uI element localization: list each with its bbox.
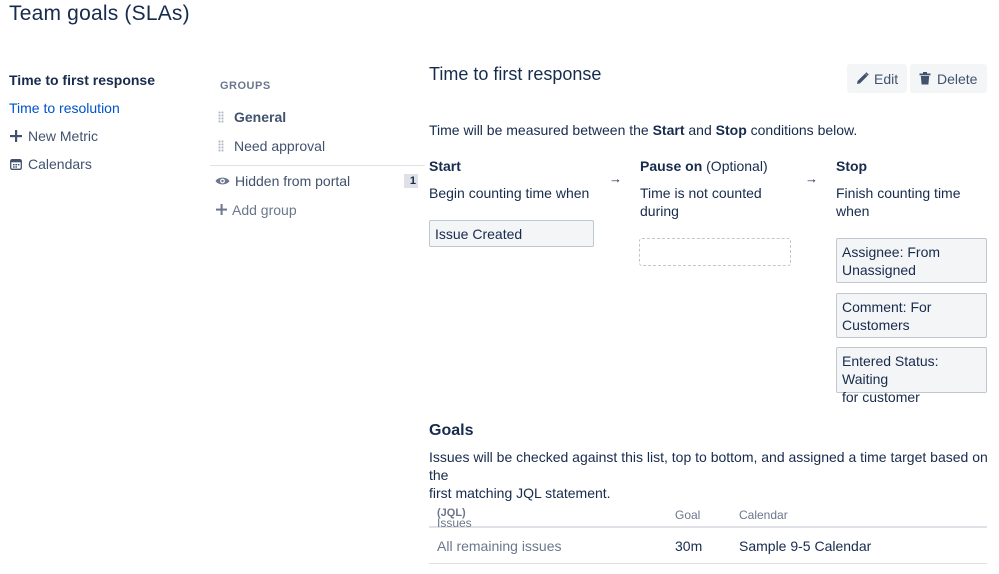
stop-condition-line: Unassigned [842, 262, 916, 278]
trash-icon [919, 72, 932, 85]
pencil-icon [856, 72, 869, 85]
pause-heading: Pause on (Optional) [640, 158, 768, 174]
goal-calendar-cell: Sample 9-5 Calendar [739, 538, 872, 554]
pause-desc-line: Time is not counted [640, 185, 762, 201]
column-jql-label: (JQL) [437, 507, 466, 519]
stop-desc-line: when [836, 203, 870, 219]
goals-table: Issues (JQL) Goal Calendar All remaining… [429, 500, 987, 564]
new-metric-button[interactable]: New Metric [9, 122, 199, 150]
nav-item-time-to-first-response[interactable]: Time to first response [9, 66, 199, 94]
goals-table-header: Issues (JQL) Goal Calendar [429, 500, 987, 530]
stop-condition[interactable]: Assignee: From Unassigned [836, 238, 987, 283]
measure-suffix: conditions below. [746, 122, 858, 138]
column-header-issues: Issues (JQL) [437, 507, 472, 530]
arrow-right-icon: → [805, 171, 818, 186]
measurement-description: Time will be measured between the Start … [429, 122, 857, 138]
goal-target-cell: 30m [675, 538, 703, 554]
detail-title: Time to first response [429, 64, 602, 84]
sla-metrics-nav: Time to first response Time to resolutio… [9, 66, 199, 178]
stop-condition-line: Customers [842, 317, 910, 333]
new-metric-label: New Metric [28, 128, 99, 144]
plus-icon [9, 129, 23, 143]
stop-condition[interactable]: Entered Status: Waiting for customer [836, 347, 987, 405]
stop-condition-line: Comment: For [842, 299, 932, 315]
goal-issues-cell: All remaining issues [437, 538, 562, 554]
goals-heading: Goals [429, 422, 474, 439]
add-group-button[interactable]: Add group [210, 196, 418, 224]
start-condition[interactable]: Issue Created [429, 220, 594, 247]
calendars-link[interactable]: Calendars [9, 150, 199, 178]
stop-condition-line: Entered Status: Waiting [842, 353, 939, 387]
column-header-calendar: Calendar [739, 508, 788, 522]
stop-description: Finish counting time when [836, 184, 961, 220]
measure-prefix: Time will be measured between the [429, 122, 653, 138]
delete-button[interactable]: Delete [910, 64, 987, 93]
add-group-label: Add group [232, 202, 297, 218]
drag-handle-icon[interactable] [218, 110, 224, 123]
group-label: Need approval [234, 137, 326, 154]
measure-stop: Stop [715, 122, 747, 138]
pause-optional-label: (Optional) [702, 158, 768, 174]
stop-desc-line: Finish counting time [836, 185, 961, 201]
edit-button[interactable]: Edit [847, 64, 907, 93]
measure-and: and [684, 122, 716, 138]
drag-handle-icon[interactable] [218, 139, 224, 152]
calendar-icon [9, 157, 23, 171]
delete-label: Delete [937, 70, 978, 87]
pause-description: Time is not counted during [640, 184, 762, 220]
arrow-right-icon: → [609, 171, 622, 186]
groups-panel: GROUPS General Need approval Hidden from… [210, 80, 425, 224]
pause-heading-label: Pause on [640, 158, 703, 174]
stop-condition-line: for customer [842, 389, 920, 405]
measure-start: Start [652, 122, 685, 138]
stop-heading: Stop [836, 158, 868, 174]
nav-item-time-to-resolution[interactable]: Time to resolution [9, 94, 199, 122]
page-title: Team goals (SLAs) [9, 2, 190, 25]
stop-condition-line: Assignee: From [842, 244, 941, 260]
goals-description: Issues will be checked against this list… [429, 448, 989, 502]
plus-icon [216, 202, 227, 219]
edit-label: Edit [874, 70, 899, 87]
hidden-count-badge: 1 [403, 174, 418, 188]
start-description: Begin counting time when [429, 185, 590, 201]
calendars-label: Calendars [28, 156, 92, 172]
group-item-general[interactable]: General [210, 102, 418, 131]
column-header-goal: Goal [675, 508, 701, 522]
eye-icon [215, 176, 230, 186]
groups-heading: GROUPS [220, 80, 271, 92]
table-row[interactable]: All remaining issues 30m Sample 9-5 Cale… [429, 528, 987, 564]
pause-drop-zone[interactable] [639, 238, 791, 266]
group-item-need-approval[interactable]: Need approval [210, 131, 418, 160]
hidden-from-portal-label: Hidden from portal [235, 173, 351, 189]
pause-desc-line: during [640, 203, 679, 219]
group-label: General [234, 108, 287, 125]
start-heading: Start [429, 158, 461, 174]
goals-desc-line: Issues will be checked against this list… [429, 449, 988, 483]
stop-condition[interactable]: Comment: For Customers [836, 293, 987, 338]
hidden-from-portal-group[interactable]: Hidden from portal 1 [210, 166, 418, 196]
